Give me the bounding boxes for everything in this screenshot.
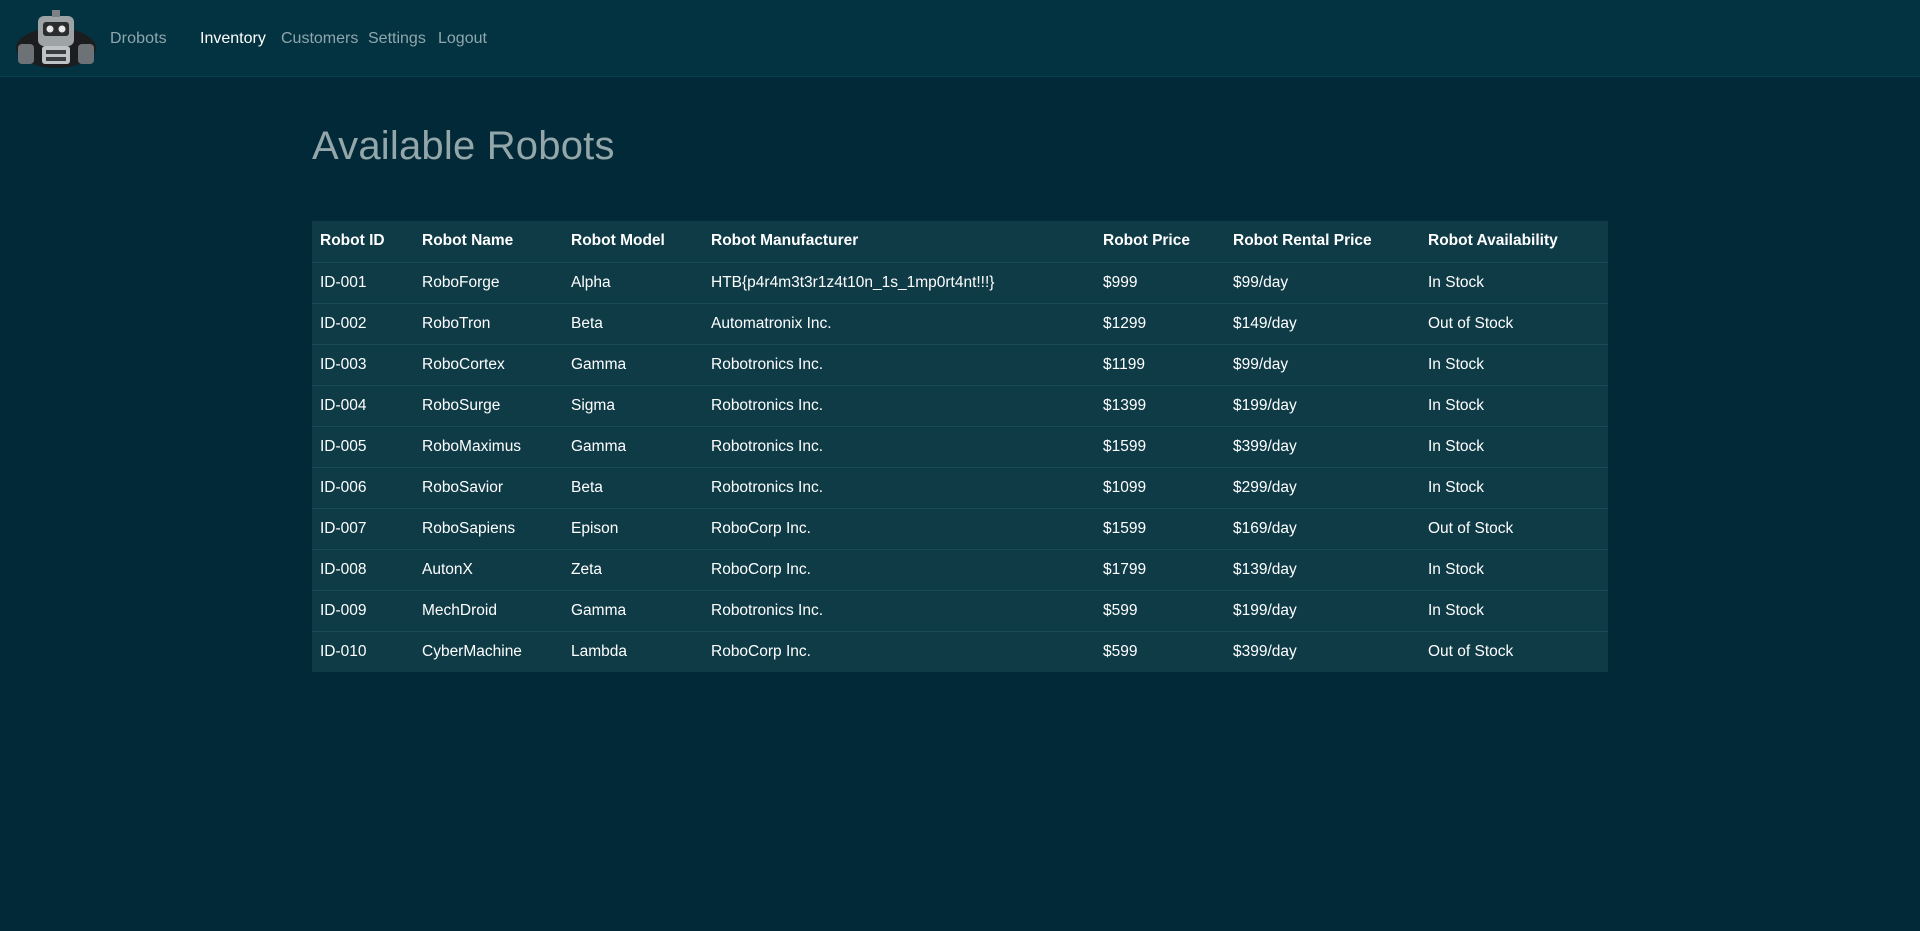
robot-name-cell: RoboMaximus: [414, 425, 563, 467]
robot-rental-price-cell: $399/day: [1225, 630, 1420, 672]
nav-customers[interactable]: Customers: [281, 30, 358, 48]
robot-name-cell: MechDroid: [414, 589, 563, 631]
robot-rental-price-cell: $399/day: [1225, 425, 1420, 467]
robot-rental-price-cell: $199/day: [1225, 589, 1420, 631]
robot-price-cell: $999: [1095, 261, 1225, 303]
header-robot-price: Robot Price: [1103, 232, 1190, 250]
header-robot-name: Robot Name: [422, 232, 514, 250]
robot-id-cell: ID-007: [312, 507, 414, 549]
robot-name-cell: RoboCortex: [414, 343, 563, 385]
robot-manufacturer-cell: Robotronics Inc.: [703, 425, 1095, 467]
robot-price-cell: $1599: [1095, 425, 1225, 467]
robot-model-cell: Gamma: [563, 589, 703, 631]
robot-manufacturer-cell: RoboCorp Inc.: [703, 548, 1095, 590]
robot-rental-price-cell: $199/day: [1225, 384, 1420, 426]
robot-availability-cell: In Stock: [1420, 261, 1608, 303]
robot-availability-cell: Out of Stock: [1420, 302, 1608, 344]
robot-availability-cell: Out of Stock: [1420, 630, 1608, 672]
robot-price-cell: $1099: [1095, 466, 1225, 508]
robot-model-cell: Beta: [563, 466, 703, 508]
robot-model-cell: Lambda: [563, 630, 703, 672]
robot-name-cell: RoboSapiens: [414, 507, 563, 549]
page-title: Available Robots: [312, 124, 615, 168]
robot-model-cell: Beta: [563, 302, 703, 344]
robot-name-cell: CyberMachine: [414, 630, 563, 672]
table-row: ID-008 AutonX Zeta RoboCorp Inc. $1799 $139/d…: [312, 548, 1608, 590]
robot-id-cell: ID-009: [312, 589, 414, 631]
robot-manufacturer-cell: Automatronix Inc.: [703, 302, 1095, 344]
robot-model-cell: Sigma: [563, 384, 703, 426]
robot-price-cell: $599: [1095, 589, 1225, 631]
robot-logo-icon[interactable]: [12, 8, 100, 70]
robot-manufacturer-cell: HTB{p4r4m3t3r1z4t10n_1s_1mp0rt4nt!!!}: [703, 261, 1095, 303]
robot-price-cell: $1799: [1095, 548, 1225, 590]
nav-logout[interactable]: Logout: [438, 30, 487, 48]
robot-model-cell: Epison: [563, 507, 703, 549]
table-row: ID-001 RoboForge Alpha HTB{p4r4m3t3r1z4t10n…: [312, 261, 1608, 303]
robot-availability-cell: In Stock: [1420, 548, 1608, 590]
robot-availability-cell: In Stock: [1420, 384, 1608, 426]
robot-name-cell: RoboForge: [414, 261, 563, 303]
robot-id-cell: ID-004: [312, 384, 414, 426]
robot-name-cell: RoboSurge: [414, 384, 563, 426]
header-robot-manufacturer: Robot Manufacturer: [711, 232, 859, 250]
robot-rental-price-cell: $99/day: [1225, 261, 1420, 303]
robot-name-cell: AutonX: [414, 548, 563, 590]
robot-rental-price-cell: $169/day: [1225, 507, 1420, 549]
robot-id-cell: ID-003: [312, 343, 414, 385]
robot-rental-price-cell: $139/day: [1225, 548, 1420, 590]
robot-availability-cell: In Stock: [1420, 589, 1608, 631]
robot-id-cell: ID-005: [312, 425, 414, 467]
robot-id-cell: ID-001: [312, 261, 414, 303]
nav-settings[interactable]: Settings: [368, 30, 426, 48]
robot-id-cell: ID-006: [312, 466, 414, 508]
robots-table-container: Robot ID Robot Name Robot Model Robot Ma…: [312, 221, 1608, 672]
header-robot-model: Robot Model: [571, 232, 665, 250]
robot-model-cell: Gamma: [563, 343, 703, 385]
robot-manufacturer-cell: Robotronics Inc.: [703, 343, 1095, 385]
robot-name-cell: RoboTron: [414, 302, 563, 344]
table-row: ID-007 RoboSapiens Epison RoboCorp Inc. $159…: [312, 507, 1608, 549]
brand-name[interactable]: Drobots: [110, 30, 167, 48]
table-row: ID-010 CyberMachine Lambda RoboCorp Inc. $59…: [312, 630, 1608, 672]
robot-price-cell: $599: [1095, 630, 1225, 672]
top-navbar: Drobots Inventory Customers Settings Log…: [0, 0, 1920, 77]
robot-price-cell: $1299: [1095, 302, 1225, 344]
robot-rental-price-cell: $99/day: [1225, 343, 1420, 385]
robot-manufacturer-cell: Robotronics Inc.: [703, 384, 1095, 426]
robot-model-cell: Gamma: [563, 425, 703, 467]
robot-id-cell: ID-010: [312, 630, 414, 672]
table-row: ID-005 RoboMaximus Gamma Robotronics Inc. $1…: [312, 425, 1608, 467]
robot-availability-cell: In Stock: [1420, 425, 1608, 467]
table-row: ID-009 MechDroid Gamma Robotronics Inc. $599…: [312, 589, 1608, 631]
robot-name-cell: RoboSavior: [414, 466, 563, 508]
header-robot-rental-price: Robot Rental Price: [1233, 232, 1372, 250]
robot-price-cell: $1199: [1095, 343, 1225, 385]
robot-model-cell: Alpha: [563, 261, 703, 303]
nav-inventory[interactable]: Inventory: [200, 30, 266, 48]
robots-table: Robot ID Robot Name Robot Model Robot Ma…: [312, 221, 1608, 672]
robot-manufacturer-cell: Robotronics Inc.: [703, 466, 1095, 508]
table-row: ID-003 RoboCortex Gamma Robotronics Inc. $11…: [312, 343, 1608, 385]
table-row: ID-004 RoboSurge Sigma Robotronics Inc. $139…: [312, 384, 1608, 426]
table-row: ID-006 RoboSavior Beta Robotronics Inc. $109…: [312, 466, 1608, 508]
robot-price-cell: $1599: [1095, 507, 1225, 549]
robot-availability-cell: In Stock: [1420, 343, 1608, 385]
robot-availability-cell: In Stock: [1420, 466, 1608, 508]
robot-manufacturer-cell: RoboCorp Inc.: [703, 507, 1095, 549]
robot-id-cell: ID-008: [312, 548, 414, 590]
table-header-row: Robot ID Robot Name Robot Model Robot Ma…: [312, 221, 1608, 262]
header-robot-id: Robot ID: [320, 232, 385, 250]
robot-id-cell: ID-002: [312, 302, 414, 344]
robot-availability-cell: Out of Stock: [1420, 507, 1608, 549]
robot-model-cell: Zeta: [563, 548, 703, 590]
robot-manufacturer-cell: RoboCorp Inc.: [703, 630, 1095, 672]
robot-manufacturer-cell: Robotronics Inc.: [703, 589, 1095, 631]
robot-price-cell: $1399: [1095, 384, 1225, 426]
header-robot-availability: Robot Availability: [1428, 232, 1558, 250]
robot-rental-price-cell: $299/day: [1225, 466, 1420, 508]
table-row: ID-002 RoboTron Beta Automatronix Inc. $1299…: [312, 302, 1608, 344]
robot-rental-price-cell: $149/day: [1225, 302, 1420, 344]
